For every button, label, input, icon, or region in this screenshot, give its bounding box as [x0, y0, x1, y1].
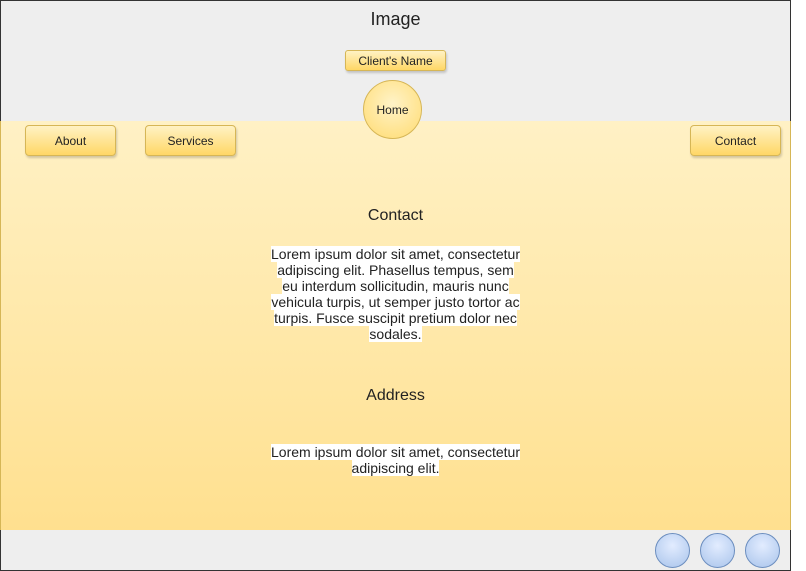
social-circle-icon[interactable]	[700, 533, 735, 568]
header-image-placeholder-title: Image	[370, 9, 421, 29]
client-name-button[interactable]: Client's Name	[345, 50, 446, 71]
social-circle-icon[interactable]	[655, 533, 690, 568]
address-section-text: Lorem ipsum dolor sit amet, consectetur …	[270, 444, 521, 476]
address-section-title: Address	[366, 387, 425, 404]
contact-text-content: Lorem ipsum dolor sit amet, consectetur …	[271, 246, 520, 342]
address-text-content: Lorem ipsum dolor sit amet, consectetur …	[271, 444, 520, 476]
contact-section-text: Lorem ipsum dolor sit amet, consectetur …	[270, 246, 521, 342]
home-button[interactable]: Home	[363, 80, 422, 139]
nav-services-button[interactable]: Services	[145, 125, 236, 156]
contact-section-title: Contact	[367, 207, 424, 224]
social-circle-icon[interactable]	[745, 533, 780, 568]
nav-about-button[interactable]: About	[25, 125, 116, 156]
nav-contact-button[interactable]: Contact	[690, 125, 781, 156]
